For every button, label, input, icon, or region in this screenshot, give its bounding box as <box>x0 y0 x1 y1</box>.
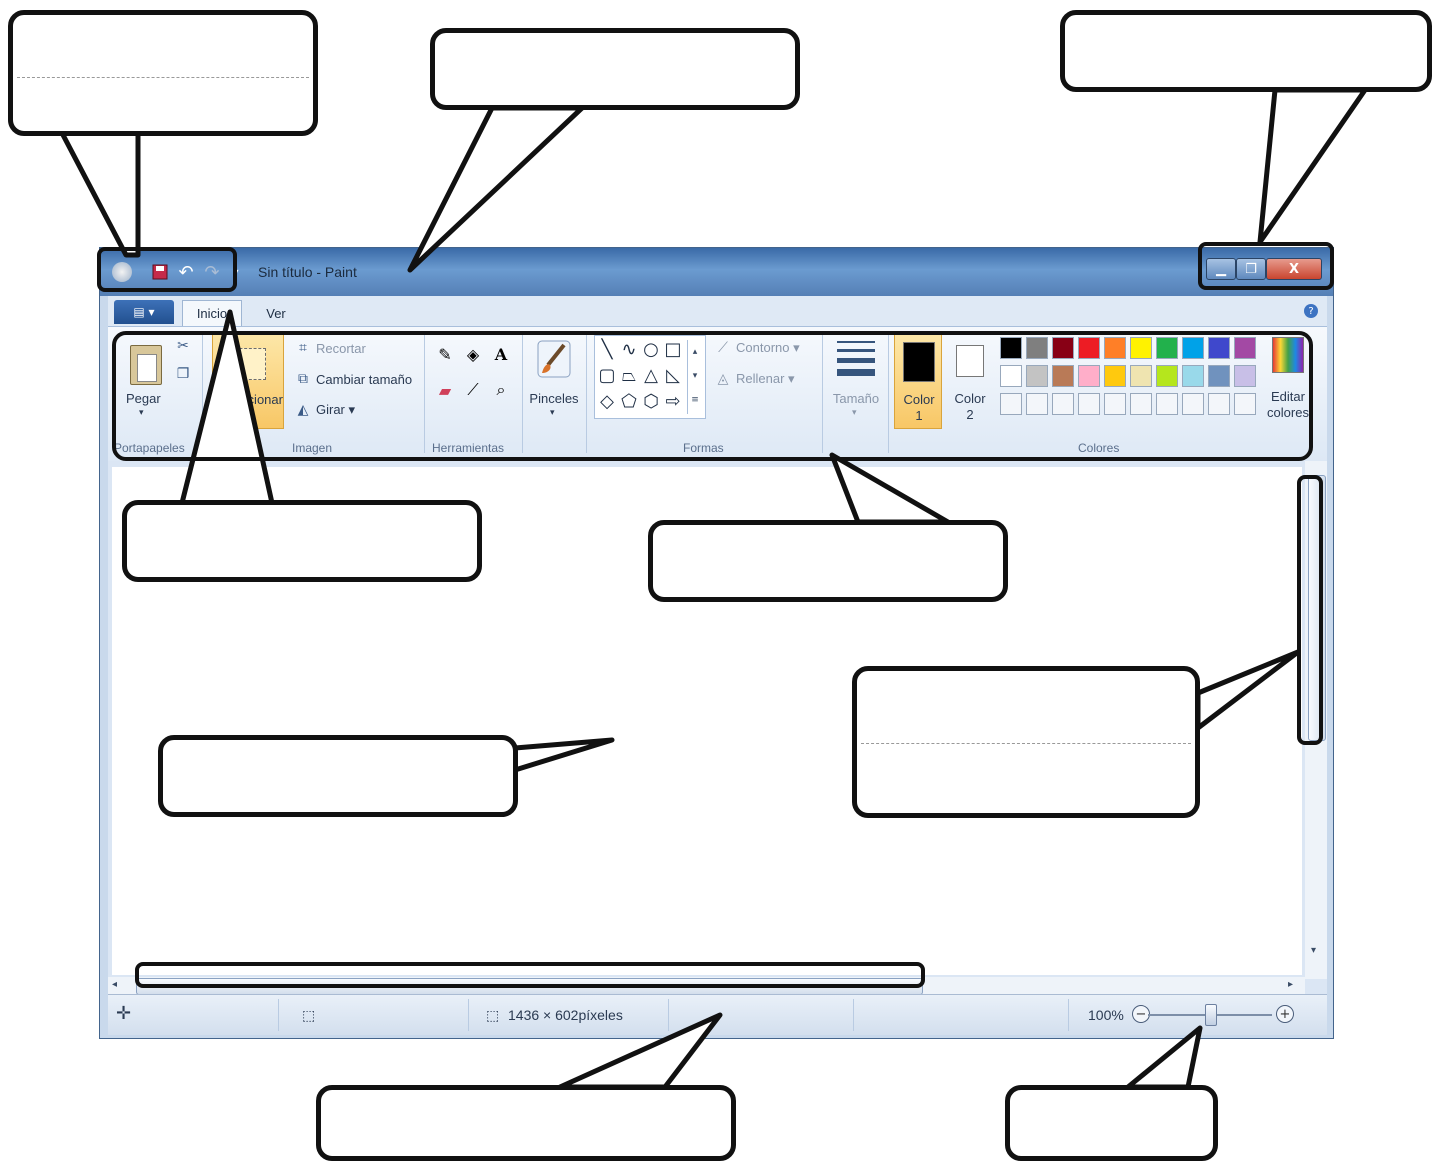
highlight-horizontal-scrollbar <box>135 962 925 988</box>
callout-box-ribbon <box>648 520 1008 602</box>
highlight-ribbon <box>112 331 1313 461</box>
pointer-zoom <box>1125 1025 1203 1090</box>
pointer-quick-access <box>59 130 141 258</box>
pointer-window-controls <box>1257 87 1368 245</box>
callout-dashed-line <box>861 743 1191 744</box>
callout-box-quick-access <box>8 10 318 136</box>
highlight-quick-access <box>97 247 237 292</box>
callout-box-title-bar <box>430 28 800 110</box>
callout-box-window-controls <box>1060 10 1432 92</box>
highlight-window-controls <box>1198 242 1334 290</box>
pointer-title-bar <box>407 105 585 273</box>
highlight-vertical-scrollbar <box>1297 475 1323 745</box>
callout-box-zoom <box>1005 1085 1218 1161</box>
callout-box-canvas <box>158 735 518 817</box>
pointer-scrollbar <box>1195 649 1301 731</box>
callout-dashed-line <box>17 77 309 78</box>
pointer-ribbon <box>829 452 951 525</box>
pointer-canvas <box>512 737 615 773</box>
callout-box-scrollbar <box>852 666 1200 818</box>
callout-box-inicio-tab <box>122 500 482 582</box>
pointer-status-bar <box>557 1012 723 1090</box>
callout-box-status-bar <box>316 1085 736 1161</box>
